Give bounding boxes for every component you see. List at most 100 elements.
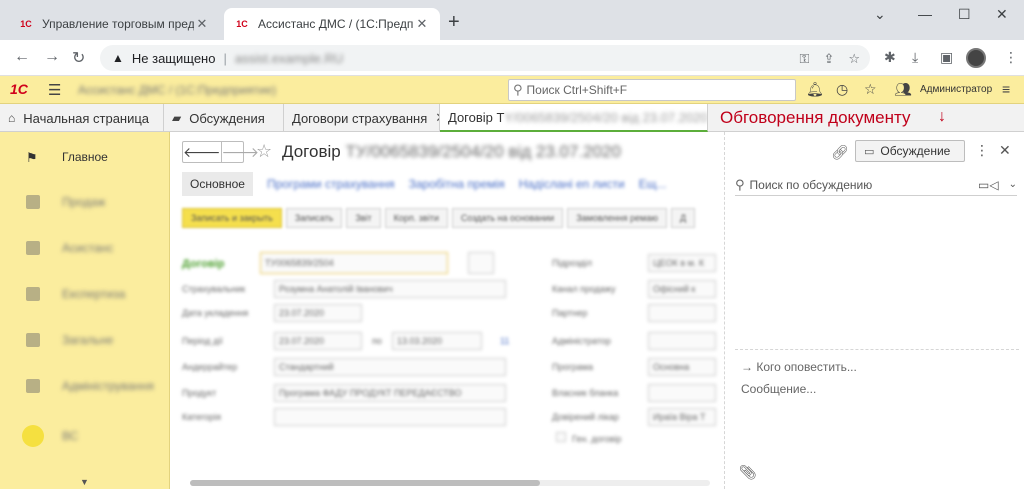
- period-from-field[interactable]: 23.07.2020: [274, 332, 362, 350]
- corp-reports-button[interactable]: Корп. звіти: [384, 208, 448, 228]
- subtab-premium[interactable]: Заробітна премія: [408, 177, 504, 191]
- scrollbar-thumb[interactable]: [190, 480, 540, 486]
- global-search-input[interactable]: ⚲ Поиск Ctrl+Shift+F: [508, 79, 796, 101]
- bookmark-star-icon[interactable]: ☆: [848, 51, 860, 67]
- share-icon[interactable]: ⇪: [823, 51, 834, 67]
- bell-icon[interactable]: 🔔︎: [806, 81, 824, 98]
- close-icon[interactable]: ✕: [999, 142, 1011, 159]
- reload-icon[interactable]: ↻: [72, 48, 85, 68]
- discussion-button[interactable]: ▭ Обсуждение: [855, 140, 965, 162]
- extra-field[interactable]: [468, 252, 494, 274]
- video-camera-icon[interactable]: ▭◁: [978, 178, 999, 192]
- more-button[interactable]: Д: [670, 208, 696, 228]
- subtab-main[interactable]: Основное: [182, 172, 253, 196]
- sidebar-item-sales[interactable]: Продаж: [0, 182, 170, 222]
- download-icon[interactable]: ⤓: [912, 49, 918, 66]
- scroll-down-icon[interactable]: ▼: [80, 477, 89, 487]
- horizontal-scrollbar[interactable]: [190, 480, 710, 486]
- subtab-letters[interactable]: Надіслані en листи: [519, 177, 625, 191]
- contract-number-field[interactable]: ТУ0065839/2504: [260, 252, 448, 274]
- blank-owner-field[interactable]: [648, 384, 716, 402]
- underwriter-field[interactable]: Стандартний: [274, 358, 506, 376]
- maximize-icon[interactable]: ☐: [958, 6, 971, 23]
- general-contract-checkbox[interactable]: [556, 432, 566, 442]
- sales-icon: [26, 195, 40, 209]
- history-icon[interactable]: ◷: [836, 81, 848, 98]
- hamburger-menu-icon[interactable]: ☰: [48, 81, 61, 99]
- settings-lines-icon[interactable]: ≡: [1002, 81, 1010, 97]
- administrator-field[interactable]: [648, 332, 716, 350]
- order-button[interactable]: Замовлення ремаю: [567, 208, 667, 228]
- sidebar-item-vs[interactable]: ВС: [0, 416, 170, 456]
- notify-recipients-link[interactable]: → Кого оповестить...: [741, 360, 857, 374]
- category-field[interactable]: [274, 408, 506, 426]
- forward-arrow-icon[interactable]: →: [44, 48, 60, 66]
- close-icon[interactable]: ✕: [194, 16, 210, 32]
- omnibox[interactable]: ▲ Не защищено | assist.example.RU ⚿ ⇪ ☆: [100, 45, 870, 71]
- minimize-icon[interactable]: —: [918, 6, 932, 22]
- sidebar-item-general[interactable]: Загальне: [0, 320, 170, 360]
- side-panel-icon[interactable]: ▣: [940, 49, 953, 66]
- chat-icon: ▰: [172, 111, 182, 125]
- partner-field[interactable]: [648, 304, 716, 322]
- tab-current-number: Y/0065839/2504/20 від 23.07.2020: [504, 109, 708, 125]
- tab-home[interactable]: ⌂ Начальная страница: [0, 104, 164, 132]
- sidebar-item-assistance[interactable]: Асистанс: [0, 228, 170, 268]
- history-nav: 🡐 🡒: [182, 141, 259, 163]
- report-button[interactable]: Звіт: [346, 208, 381, 228]
- period-to-field[interactable]: 13.03.2020: [392, 332, 482, 350]
- field-label: Адміністратор: [552, 336, 611, 346]
- chevron-down-icon[interactable]: ⌄: [1009, 179, 1017, 190]
- close-icon[interactable]: ✕: [414, 16, 430, 32]
- sidebar-item-admin[interactable]: Адміністрування: [0, 366, 170, 406]
- period-count: 11: [500, 336, 510, 346]
- users-icon[interactable]: 👥︎: [894, 81, 912, 98]
- link-icon[interactable]: 🔗︎: [831, 144, 849, 161]
- sales-channel-field[interactable]: Офісний к: [648, 280, 716, 298]
- sidebar-item-expertise[interactable]: Експертиза: [0, 274, 170, 314]
- message-input[interactable]: Сообщение...: [741, 382, 816, 396]
- current-user[interactable]: Администратор: [920, 84, 992, 95]
- sidebar: ⚑ Главное Продаж Асистанс Експертиза Заг…: [0, 132, 170, 489]
- sidebar-item-main[interactable]: ⚑ Главное: [0, 137, 170, 177]
- back-button[interactable]: 🡐: [183, 142, 221, 162]
- doctor-field[interactable]: Ираїа Віра Т: [648, 408, 716, 426]
- checkbox-label: Ген. договір: [572, 434, 622, 444]
- product-field[interactable]: Програма ФАДУ ПРОДУКТ ПЕРЕДАЄСТВО: [274, 384, 506, 402]
- program-field[interactable]: Основна: [648, 358, 716, 376]
- extensions-puzzle-icon[interactable]: ✱: [884, 49, 896, 66]
- key-icon[interactable]: ⚿: [800, 51, 810, 67]
- discussion-search-input[interactable]: ⚲ Поиск по обсуждению ▭◁ ⌄: [735, 174, 1017, 196]
- paperclip-icon[interactable]: 📎︎: [739, 464, 757, 481]
- browser-tab-trade[interactable]: 1С Управление торговым предприя ✕: [8, 8, 220, 40]
- form-toolbar: Записать и закрыть Записать Звіт Корп. з…: [182, 208, 722, 228]
- save-button[interactable]: Записать: [285, 208, 343, 228]
- window-close-icon[interactable]: ✕: [996, 6, 1008, 23]
- new-tab-button[interactable]: +: [448, 12, 460, 32]
- field-label: Власник бланка: [552, 388, 619, 398]
- browser-menu-icon[interactable]: ⋮: [1004, 49, 1018, 66]
- favorite-star-icon[interactable]: ☆: [256, 141, 272, 162]
- form-fields: Договір ТУ0065839/2504 Страхувальник Роз…: [182, 252, 722, 452]
- create-based-button[interactable]: Создать на основании: [451, 208, 564, 228]
- more-vertical-icon[interactable]: ⋮: [975, 142, 989, 159]
- subtab-programs[interactable]: Програми страхування: [267, 177, 395, 191]
- forward-button[interactable]: 🡒: [220, 142, 259, 162]
- browser-tab-assist[interactable]: 1С Ассистанс ДМС / (1С:Предприят ✕: [224, 8, 440, 40]
- back-arrow-icon[interactable]: ←: [14, 48, 30, 66]
- date-field[interactable]: 23.07.2020: [274, 304, 362, 322]
- favorites-star-icon[interactable]: ☆: [864, 81, 877, 98]
- subtab-more[interactable]: Ещ...: [639, 177, 667, 191]
- chevron-down-icon[interactable]: ⌄: [874, 6, 886, 23]
- security-label: Не защищено: [131, 50, 216, 66]
- tab-current-contract[interactable]: Договір Т Y/0065839/2504/20 від 23.07.20…: [440, 104, 708, 132]
- profile-avatar[interactable]: [966, 48, 986, 68]
- field-label: Програмa: [552, 362, 593, 372]
- tab-discussions[interactable]: ▰ Обсуждения: [164, 104, 284, 132]
- save-close-button[interactable]: Записать и закрыть: [182, 208, 282, 228]
- field-label: Партнер: [552, 308, 588, 318]
- department-field[interactable]: ЦЕОК в м. К: [648, 254, 716, 272]
- tab-contracts[interactable]: Договори страхування ✕: [284, 104, 440, 132]
- field-label: Категорія: [182, 412, 222, 422]
- insurer-field[interactable]: Розумна Анатолій Іванович: [274, 280, 506, 298]
